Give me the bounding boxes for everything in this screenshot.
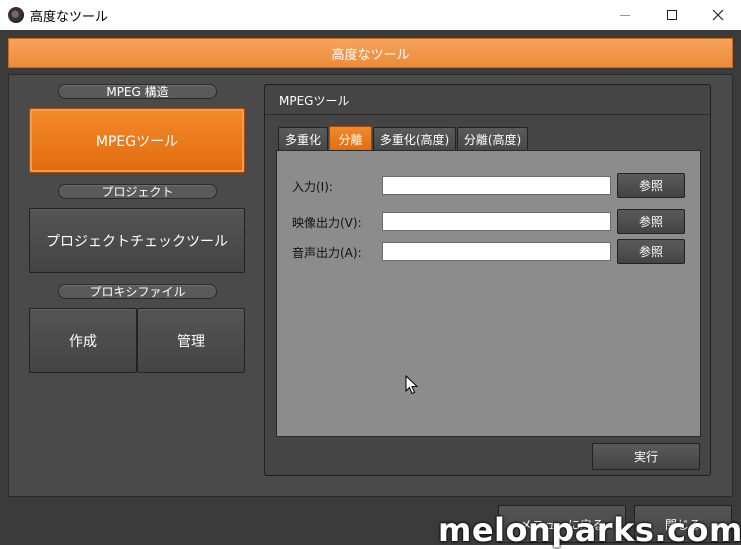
maximize-button[interactable]: [649, 0, 695, 30]
window-titlebar: 高度なツール: [0, 0, 741, 30]
tab-label: 分離: [338, 132, 363, 147]
watermark: melonparks.com: [438, 511, 741, 549]
audio-output-label: 音声出力(A):: [292, 246, 362, 260]
proxy-manage-label: 管理: [177, 333, 205, 350]
tab-label: 分離(高度): [463, 133, 522, 147]
maximize-icon: [667, 10, 677, 20]
video-output-browse-button[interactable]: 参照: [617, 209, 685, 234]
audio-output-browse-button[interactable]: 参照: [617, 239, 685, 264]
input-field[interactable]: [382, 176, 611, 195]
tool-panel-title: MPEGツール: [279, 94, 350, 108]
run-button[interactable]: 実行: [592, 443, 700, 470]
run-label: 実行: [633, 450, 658, 464]
tab-label: 多重化(高度): [379, 133, 450, 147]
browse-label: 参照: [638, 215, 663, 229]
project-check-tool-label: プロジェクトチェックツール: [46, 233, 228, 250]
tab-multiplex-advanced[interactable]: 多重化(高度): [373, 127, 456, 151]
minimize-button[interactable]: [602, 0, 648, 30]
proxy-create-button[interactable]: 作成: [29, 308, 137, 373]
video-output-field[interactable]: [382, 212, 611, 231]
input-browse-button[interactable]: 参照: [617, 173, 685, 198]
tab-demultiplex-advanced[interactable]: 分離(高度): [457, 127, 528, 151]
proxy-manage-button[interactable]: 管理: [137, 308, 245, 373]
tab-content: 入力(I): 参照 映像出力(V): 参照 音声出力(A): 参照: [276, 150, 701, 437]
divider: [265, 114, 710, 115]
browse-label: 参照: [638, 245, 663, 259]
mpeg-tool-panel: MPEGツール 多重化 分離 多重化(高度) 分離(高度) 入力(I): 参照 …: [264, 84, 711, 476]
input-label: 入力(I):: [292, 180, 333, 194]
mouse-cursor-icon: [405, 375, 419, 395]
mpeg-tool-button-label: MPEGツール: [95, 133, 179, 150]
app-icon: [8, 7, 24, 23]
tab-demultiplex[interactable]: 分離: [329, 126, 372, 151]
mpeg-tool-button[interactable]: MPEGツール: [29, 108, 245, 173]
window-title: 高度なツール: [30, 10, 109, 25]
tab-multiplex[interactable]: 多重化: [278, 127, 328, 151]
proxy-create-label: 作成: [69, 333, 97, 350]
close-icon: [712, 9, 724, 21]
browse-label: 参照: [638, 179, 663, 193]
app-window: 高度なツール MPEG 構造 MPEGツール プロジェクト プロジェクトチェック…: [0, 30, 741, 545]
tab-label: 多重化: [284, 133, 321, 147]
page-title: 高度なツール: [8, 38, 733, 68]
minimize-icon: [620, 14, 630, 16]
section-label-mpeg-structure: MPEG 構造: [58, 84, 217, 99]
close-window-button[interactable]: [695, 0, 741, 30]
video-output-label: 映像出力(V):: [292, 216, 362, 230]
section-label-project: プロジェクト: [58, 184, 217, 199]
project-check-tool-button[interactable]: プロジェクトチェックツール: [29, 208, 245, 273]
section-label-proxy-file: プロキシファイル: [58, 284, 217, 299]
audio-output-field[interactable]: [382, 242, 611, 261]
